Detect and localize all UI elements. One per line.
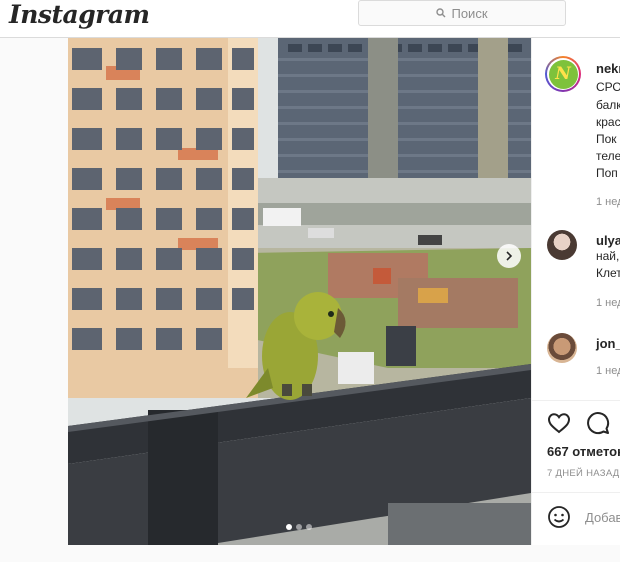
commenter-avatar[interactable]: [547, 230, 577, 260]
carousel-indicator: [286, 524, 312, 530]
author-username[interactable]: nekr: [596, 61, 620, 76]
divider: [532, 400, 620, 401]
like-button[interactable]: [546, 411, 572, 435]
avatar-ring-inner: N: [547, 58, 579, 90]
next-slide-button[interactable]: [497, 244, 521, 268]
comment-username[interactable]: jon_: [596, 336, 620, 351]
caption-line: Пок: [596, 132, 617, 146]
carousel-dot: [296, 524, 302, 530]
carousel-dot: [306, 524, 312, 530]
caption-line: крас: [596, 115, 620, 129]
caption-timestamp[interactable]: 1 нед: [596, 196, 620, 208]
comment-username[interactable]: ulya: [596, 233, 620, 248]
commenter-avatar[interactable]: [547, 333, 577, 363]
search-placeholder: Поиск: [451, 5, 488, 21]
caption-line: Поп: [596, 166, 618, 180]
likes-count[interactable]: 667 отметок: [547, 444, 620, 459]
post-photo: [68, 38, 531, 545]
chevron-right-icon: [506, 251, 513, 261]
comment-line: най,: [596, 249, 620, 263]
carousel-dot: [286, 524, 292, 530]
caption-line: теле: [596, 149, 620, 163]
avatar-letter: N: [548, 59, 578, 89]
author-avatar[interactable]: N: [545, 56, 581, 92]
comment-timestamp[interactable]: 1 нед: [596, 297, 620, 309]
comment-line: Клет: [596, 266, 620, 280]
caption-line: балк: [596, 98, 620, 112]
add-comment-input[interactable]: Добав: [585, 510, 620, 525]
emoji-button[interactable]: [547, 505, 571, 529]
post-date[interactable]: 7 ДНЕЙ НАЗАД: [547, 468, 620, 479]
smiley-icon: [548, 506, 570, 528]
caption-line: СРО: [596, 80, 620, 94]
instagram-logo[interactable]: Instagram: [9, 0, 150, 29]
comment-timestamp[interactable]: 1 нед: [596, 365, 620, 377]
search-icon: [436, 8, 446, 18]
top-navigation-bar: Instagram Поиск: [0, 0, 620, 38]
post-media[interactable]: [68, 38, 531, 545]
divider: [532, 492, 620, 493]
comment-icon: [587, 412, 610, 435]
comment-button[interactable]: [585, 411, 611, 435]
heart-icon: [547, 413, 571, 434]
search-input[interactable]: Поиск: [358, 0, 566, 26]
